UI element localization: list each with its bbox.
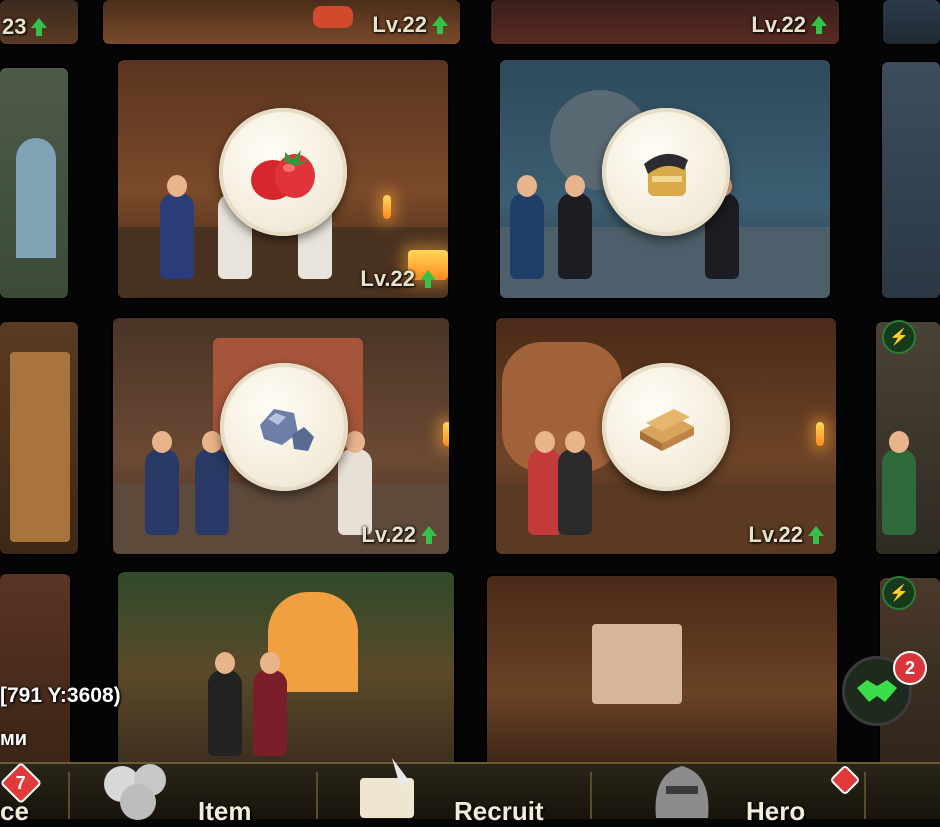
level-up-arrow-icon [811, 16, 827, 34]
handshake-icon [857, 680, 897, 702]
room-tavern[interactable] [118, 572, 454, 772]
resource-bubble-iron[interactable] [220, 363, 348, 491]
room-farm-top[interactable]: Lv.22 [103, 0, 460, 44]
character-figure [160, 174, 194, 279]
torch-icon [313, 6, 353, 28]
scroll-quill-icon [360, 758, 414, 818]
level-up-arrow-icon [808, 526, 824, 544]
character-figure [510, 174, 544, 279]
nav-label: Hero [746, 796, 806, 826]
room-left-top[interactable]: 23 [0, 0, 78, 44]
level-up-arrow-icon [31, 18, 48, 36]
knight-helmet-icon [655, 766, 709, 818]
room-level: Lv.22 [361, 522, 437, 548]
lightning-icon[interactable]: ⚡ [882, 320, 916, 354]
nav-label: Recruit [454, 796, 544, 826]
nav-label: Item [198, 796, 252, 826]
room-storehouse[interactable] [487, 576, 837, 772]
level-up-arrow-icon [432, 16, 448, 34]
character-figure [145, 431, 179, 536]
room-mid-top[interactable]: Lv.22 [491, 0, 839, 44]
nav-hero[interactable]: Hero [592, 764, 864, 826]
wood-planks-icon [640, 409, 694, 451]
brick-stack [592, 624, 682, 704]
room-level: Lv.22 [372, 12, 448, 38]
ore-icon [644, 153, 688, 196]
tomato-icon [251, 150, 315, 200]
deal-badge: 2 [893, 651, 927, 685]
bottom-navigation: ce Item Recruit Hero [0, 758, 940, 826]
window-arch [16, 138, 56, 258]
character-figure [528, 431, 562, 536]
room-level: Lv.22 [751, 12, 827, 38]
character-figure [558, 174, 592, 279]
character-figure [558, 431, 592, 536]
character-figure [253, 652, 287, 756]
level-up-arrow-icon [420, 270, 436, 288]
nav-item[interactable]: Item [70, 764, 316, 826]
room-level: Lv.22 [360, 266, 436, 292]
character-figure [208, 652, 242, 756]
room-right-top[interactable] [883, 0, 940, 44]
nav-recruit[interactable]: Recruit [318, 758, 590, 826]
character-figure [882, 431, 916, 536]
resource-bubble-ore[interactable] [602, 108, 730, 236]
level-up-arrow-icon [421, 526, 437, 544]
room-level: Lv.22 [748, 522, 824, 548]
crate-stack [10, 352, 70, 542]
room-left-row2[interactable] [0, 322, 78, 554]
torch-icon [443, 422, 449, 446]
lightning-icon[interactable]: ⚡ [882, 576, 916, 610]
map-coordinates: [791 Y:3608) [0, 684, 121, 707]
rose-bouquet-icon [104, 764, 166, 820]
torch-icon [816, 422, 824, 446]
room-right-row1[interactable] [882, 62, 940, 298]
resource-bubble-tomato[interactable] [219, 108, 347, 236]
nav-label: ce [0, 796, 29, 826]
nav-divider [864, 772, 866, 819]
player-name-fragment: ми [0, 728, 28, 750]
room-level: 23 [2, 14, 48, 40]
character-figure [195, 431, 229, 536]
resource-bubble-wood[interactable] [602, 363, 730, 491]
room-right-row2[interactable] [876, 322, 940, 554]
room-left-row1[interactable] [0, 68, 68, 298]
iron-ore-icon [260, 409, 314, 451]
torch-icon [383, 195, 391, 219]
